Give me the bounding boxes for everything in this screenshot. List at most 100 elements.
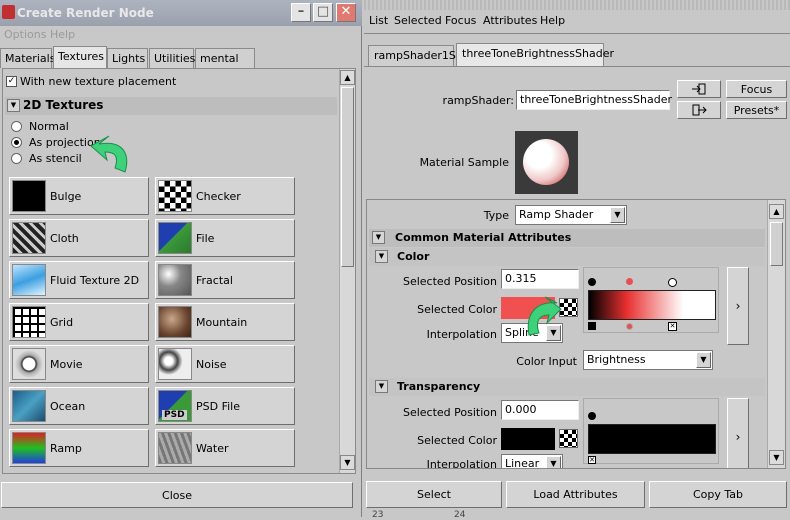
close-button[interactable]: Close	[1, 482, 353, 508]
texture-label: Fractal	[196, 274, 233, 287]
texture-psd-file-button[interactable]: PSD PSD File	[155, 387, 295, 425]
collapse-triangle-icon[interactable]: ▼	[375, 250, 388, 263]
focus-button[interactable]: Focus	[726, 80, 787, 98]
transparency-ramp-widget[interactable]: ✕	[583, 398, 719, 464]
ramp-delete-handle-red[interactable]	[626, 323, 633, 330]
ramp-handle-red[interactable]	[626, 278, 633, 285]
tab-utilities[interactable]: Utilities	[149, 48, 195, 68]
left-scrollbar[interactable]: ▲ ▼	[339, 69, 355, 473]
collapse-triangle-icon[interactable]: ▼	[375, 380, 388, 393]
tab-rampshader1sg[interactable]: rampShader1SG	[368, 45, 464, 66]
texture-checker-button[interactable]: Checker	[155, 177, 295, 215]
tab-textures[interactable]: Textures	[53, 46, 107, 68]
texture-noise-button[interactable]: Noise	[155, 345, 295, 383]
create-render-node-window: Create Render Node – □ ✕ Options Help Ma…	[0, 0, 362, 517]
texture-movie-button[interactable]: Movie	[9, 345, 149, 383]
type-dropdown[interactable]: Ramp Shader ▼	[515, 205, 627, 225]
material-sphere-icon	[523, 139, 569, 185]
trans-selected-position-field[interactable]: 0.000	[501, 400, 579, 420]
menu-options[interactable]: Options	[4, 28, 46, 41]
radio-as-stencil-label: As stencil	[29, 152, 82, 165]
radio-as-stencil[interactable]	[11, 153, 22, 164]
texture-fractal-button[interactable]: Fractal	[155, 261, 295, 299]
menu-help[interactable]: Help	[50, 28, 75, 41]
texture-water-button[interactable]: Water	[155, 429, 295, 467]
color-selected-position-field[interactable]: 0.315	[501, 269, 579, 289]
menu-list[interactable]: List	[369, 14, 388, 27]
color-ramp-gradient[interactable]	[588, 290, 716, 320]
scroll-up-icon[interactable]: ▲	[340, 70, 355, 85]
scroll-thumb[interactable]	[341, 87, 354, 267]
scroll-down-icon[interactable]: ▼	[340, 455, 355, 470]
texture-placement-checkbox[interactable]: ✓	[6, 76, 17, 87]
color-input-dropdown[interactable]: Brightness ▼	[583, 350, 713, 370]
input-connection-button[interactable]	[677, 80, 721, 98]
material-sample-swatch[interactable]	[515, 131, 578, 194]
scroll-thumb[interactable]	[770, 222, 783, 266]
radio-normal[interactable]	[11, 121, 22, 132]
node-name-field[interactable]: threeToneBrightnessShader	[516, 90, 672, 110]
trans-selected-color-swatch[interactable]	[501, 428, 555, 450]
title-bar[interactable]: Create Render Node – □ ✕	[0, 0, 362, 26]
expand-ramp-button[interactable]: ›	[727, 398, 749, 468]
radio-as-projection[interactable]	[11, 137, 22, 148]
movie-icon	[12, 348, 46, 380]
menu-focus[interactable]: Focus	[445, 14, 476, 27]
drag-handle[interactable]	[364, 0, 790, 10]
ramp-delete-icon[interactable]: ✕	[588, 456, 596, 464]
fluid-texture-icon	[12, 264, 46, 296]
color-selected-color-label: Selected Color	[417, 303, 497, 316]
texture-grid-button[interactable]: Grid	[9, 303, 149, 341]
copy-tab-button[interactable]: Copy Tab	[649, 481, 787, 508]
tab-materials[interactable]: Materials	[0, 48, 55, 68]
collapse-triangle-icon[interactable]: ▼	[7, 99, 20, 112]
menu-selected[interactable]: Selected	[394, 14, 442, 27]
ramp-handle-black[interactable]	[588, 278, 596, 286]
dropdown-arrow-icon[interactable]: ▼	[546, 456, 561, 468]
select-button[interactable]: Select	[366, 481, 502, 508]
map-texture-icon[interactable]	[559, 429, 578, 448]
texture-fluid-2d-button[interactable]: Fluid Texture 2D	[9, 261, 149, 299]
ramp-handle-black[interactable]	[588, 412, 596, 420]
ramp-delete-handle-black[interactable]	[588, 322, 596, 330]
scroll-down-icon[interactable]: ▼	[769, 450, 784, 465]
dropdown-arrow-icon[interactable]: ▼	[696, 352, 711, 368]
texture-bulge-button[interactable]: Bulge	[9, 177, 149, 215]
presets-button[interactable]: Presets*	[726, 101, 787, 119]
ramp-delete-icon[interactable]: ✕	[668, 322, 677, 331]
minimize-icon[interactable]: –	[291, 3, 311, 22]
texture-ramp-button[interactable]: Ramp	[9, 429, 149, 467]
tab-mental-ray[interactable]: mental ray	[195, 48, 255, 78]
ramp-handle-white[interactable]	[668, 278, 677, 287]
menu-attributes[interactable]: Attributes	[483, 14, 537, 27]
texture-mountain-button[interactable]: Mountain	[155, 303, 295, 341]
section-color[interactable]: ▼ Color	[369, 248, 765, 266]
texture-label: Water	[196, 442, 229, 455]
type-label: Type	[483, 209, 509, 222]
section-common-material[interactable]: ▼ Common Material Attributes	[369, 229, 765, 247]
color-ramp-widget[interactable]: ✕	[583, 267, 719, 333]
trans-interpolation-dropdown[interactable]: Linear ▼	[501, 454, 563, 468]
texture-ocean-button[interactable]: Ocean	[9, 387, 149, 425]
texture-file-button[interactable]: File	[155, 219, 295, 257]
output-connection-button[interactable]	[677, 101, 721, 119]
section-2d-textures[interactable]: ▼ 2D Textures	[5, 97, 337, 115]
section-title: Transparency	[397, 380, 481, 393]
texture-label: File	[196, 232, 215, 245]
tab-lights[interactable]: Lights	[107, 48, 148, 68]
expand-ramp-button[interactable]: ›	[727, 267, 749, 345]
ramp-icon	[12, 432, 46, 464]
texture-cloth-button[interactable]: Cloth	[9, 219, 149, 257]
bulge-icon	[12, 180, 46, 212]
load-attributes-button[interactable]: Load Attributes	[506, 481, 645, 508]
menu-help[interactable]: Help	[540, 14, 565, 27]
scroll-up-icon[interactable]: ▲	[769, 204, 784, 219]
collapse-triangle-icon[interactable]: ▼	[372, 231, 385, 244]
attributes-scrollbar[interactable]: ▲ ▼	[767, 200, 785, 468]
section-transparency[interactable]: ▼ Transparency	[369, 378, 765, 396]
dropdown-arrow-icon[interactable]: ▼	[610, 207, 625, 223]
close-icon[interactable]: ✕	[336, 3, 356, 22]
transparency-ramp-gradient[interactable]	[588, 424, 716, 454]
maximize-icon[interactable]: □	[313, 3, 333, 22]
tab-three-tone-brightness-shader[interactable]: threeToneBrightnessShader	[456, 43, 614, 66]
